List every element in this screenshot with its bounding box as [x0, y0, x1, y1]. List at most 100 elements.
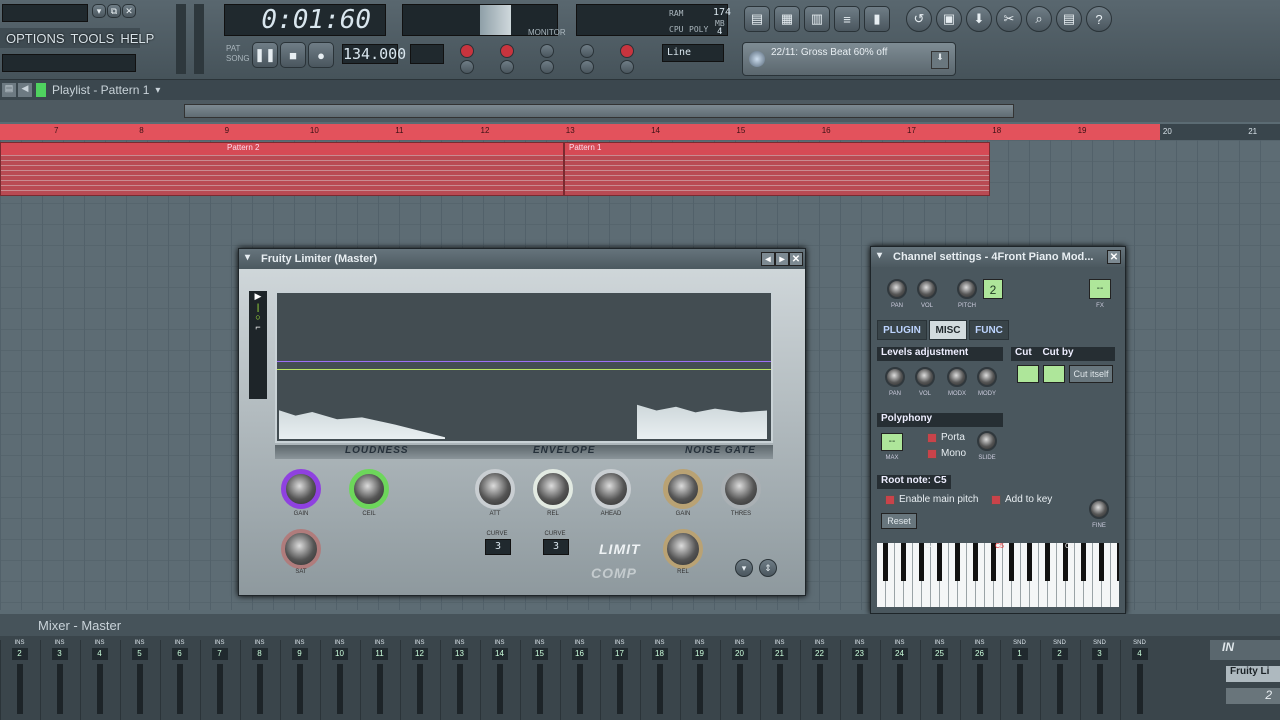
close-icon[interactable]: ✕	[789, 252, 803, 266]
strip-fader[interactable]	[16, 664, 23, 714]
countdown-icon[interactable]	[500, 44, 514, 58]
strip-fader[interactable]	[1096, 664, 1103, 714]
play-arrow-icon[interactable]: ▶	[249, 291, 267, 302]
saturation-knob[interactable]	[281, 529, 321, 569]
browser-icon[interactable]: ≡	[834, 6, 860, 32]
strip-fader[interactable]	[416, 664, 423, 714]
close-icon[interactable]: ✕	[122, 4, 136, 18]
mixer-strip[interactable]: INS 21	[760, 640, 798, 720]
porta-checkbox[interactable]	[927, 433, 937, 443]
cut-by-display[interactable]	[1043, 365, 1065, 383]
effect-slot[interactable]: Fruity Li	[1226, 666, 1280, 682]
mixer-strip[interactable]: SND 2	[1040, 640, 1078, 720]
reset-button[interactable]: Reset	[881, 513, 917, 529]
mixer-strip[interactable]: INS 9	[280, 640, 318, 720]
display-mode-strip[interactable]: ▶ | ○ ⌐	[249, 291, 267, 399]
mixer-strip[interactable]: INS 26	[960, 640, 998, 720]
strip-fader[interactable]	[576, 664, 583, 714]
step-sequencer-icon[interactable]: ▦	[774, 6, 800, 32]
pan-knob[interactable]	[887, 279, 907, 299]
add-to-key-checkbox[interactable]	[991, 495, 1001, 505]
mixer-strip[interactable]: INS 11	[360, 640, 398, 720]
piano-keyboard[interactable]: C4 C5 C6	[877, 543, 1119, 607]
strip-fader[interactable]	[776, 664, 783, 714]
strip-fader[interactable]	[1136, 664, 1143, 714]
menu-help[interactable]: HELP	[120, 31, 154, 46]
playlist-menu-icon[interactable]: ▤	[2, 83, 16, 97]
level-vol-knob[interactable]	[915, 367, 935, 387]
mixer-strip[interactable]: INS 23	[840, 640, 878, 720]
release-knob[interactable]	[533, 469, 573, 509]
mixer-strip[interactable]: SND 3	[1080, 640, 1118, 720]
mixer-icon[interactable]: ▮	[864, 6, 890, 32]
limiter-titlebar[interactable]: ▾ Fruity Limiter (Master) ◂ ▸ ✕	[239, 249, 805, 269]
mixer-strip[interactable]: INS 2	[0, 640, 38, 720]
limit-mode-button[interactable]: LIMIT	[599, 541, 641, 557]
blend-notes-icon[interactable]	[580, 44, 594, 58]
mody-knob[interactable]	[977, 367, 997, 387]
scroll-thumb[interactable]	[184, 104, 1014, 118]
mixer-strip[interactable]: INS 19	[680, 640, 718, 720]
zoom-icon[interactable]: ⌕	[1026, 6, 1052, 32]
gate-release-knob[interactable]	[663, 529, 703, 569]
stop-button[interactable]: ■	[280, 42, 306, 68]
overdub-icon[interactable]	[580, 60, 594, 74]
strip-fader[interactable]	[176, 664, 183, 714]
level-pan-knob[interactable]	[885, 367, 905, 387]
download-icon[interactable]: ⬇	[931, 51, 949, 69]
tab-plugin[interactable]: PLUGIN	[877, 320, 927, 340]
master-pitch-slider[interactable]	[194, 4, 204, 74]
mode-curve-icon[interactable]: ⌐	[249, 322, 267, 332]
mode-line-icon[interactable]: |	[249, 302, 267, 312]
gain-knob[interactable]	[281, 469, 321, 509]
speaker-icon[interactable]: ◀	[18, 83, 32, 97]
modx-knob[interactable]	[947, 367, 967, 387]
enable-main-pitch-checkbox[interactable]	[885, 495, 895, 505]
pattern-clip[interactable]: Pattern 2	[0, 142, 564, 196]
attack-knob[interactable]	[475, 469, 515, 509]
mode-circle-icon[interactable]: ○	[249, 312, 267, 322]
mixer-strip[interactable]: INS 13	[440, 640, 478, 720]
news-panel[interactable]: 22/11: Gross Beat 60% off ⬇	[742, 42, 956, 76]
strip-fader[interactable]	[536, 664, 543, 714]
cut-display[interactable]	[1017, 365, 1039, 383]
chevron-down-icon[interactable]: ▾	[735, 559, 753, 577]
wait-input-icon[interactable]	[460, 60, 474, 74]
strip-fader[interactable]	[616, 664, 623, 714]
cut-itself-button[interactable]: Cut itself	[1069, 365, 1113, 383]
pattern-clip[interactable]: Pattern 1	[564, 142, 990, 196]
strip-fader[interactable]	[976, 664, 983, 714]
mixer-strip[interactable]: INS 8	[240, 640, 278, 720]
auto-scroll-icon[interactable]	[620, 60, 634, 74]
tempo-display[interactable]: 134.000	[342, 44, 406, 64]
mixer-strip[interactable]: INS 14	[480, 640, 518, 720]
menu-options[interactable]: OPTIONS	[6, 31, 65, 46]
strip-fader[interactable]	[656, 664, 663, 714]
fine-knob[interactable]	[1089, 499, 1109, 519]
pattern-display[interactable]	[410, 44, 444, 64]
next-preset-icon[interactable]: ▸	[775, 252, 789, 266]
slide-knob[interactable]	[977, 431, 997, 451]
master-volume-slider[interactable]	[176, 4, 186, 74]
chevron-down-icon[interactable]: ▾	[155, 85, 160, 96]
root-note-header[interactable]: Root note: C5	[877, 475, 951, 489]
mixer-strip[interactable]: INS 6	[160, 640, 198, 720]
strip-fader[interactable]	[896, 664, 903, 714]
chevron-updown-icon[interactable]: ⇕	[759, 559, 777, 577]
strip-fader[interactable]	[936, 664, 943, 714]
strip-fader[interactable]	[136, 664, 143, 714]
mixer-strip[interactable]: INS 10	[320, 640, 358, 720]
volume-knob[interactable]	[917, 279, 937, 299]
typing-keyboard-icon[interactable]	[540, 44, 554, 58]
loop-record-icon[interactable]	[620, 44, 634, 58]
prev-preset-icon[interactable]: ◂	[761, 252, 775, 266]
strip-fader[interactable]	[816, 664, 823, 714]
channel-titlebar[interactable]: ▾ Channel settings - 4Front Piano Mod...…	[871, 247, 1125, 267]
save-icon[interactable]: ▣	[936, 6, 962, 32]
cut-tool-icon[interactable]: ✂	[996, 6, 1022, 32]
tab-misc[interactable]: MISC	[929, 320, 967, 340]
mixer-strip[interactable]: INS 7	[200, 640, 238, 720]
strip-fader[interactable]	[56, 664, 63, 714]
piano-roll-icon[interactable]: ▥	[804, 6, 830, 32]
strip-fader[interactable]	[96, 664, 103, 714]
